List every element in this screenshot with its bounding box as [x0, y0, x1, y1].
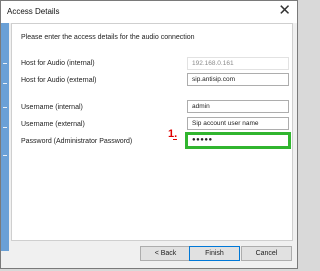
host-external-input[interactable]: sip.antisip.com — [187, 73, 289, 86]
username-internal-input[interactable]: admin — [187, 100, 289, 113]
host-internal-label: Host for Audio (internal) — [21, 60, 95, 67]
back-button[interactable]: < Back — [140, 246, 191, 261]
password-input[interactable]: ●●●●● — [185, 132, 291, 149]
username-external-input[interactable]: Sip account user name — [187, 117, 289, 130]
intro-text: Please enter the access details for the … — [21, 34, 195, 41]
close-icon[interactable]: ✕ — [278, 3, 291, 19]
host-internal-input[interactable]: 192.168.0.161 — [187, 57, 289, 70]
title-bar: Access Details ✕ — [1, 1, 297, 23]
username-internal-label: Username (internal) — [21, 104, 83, 111]
access-details-dialog: Access Details ✕ Please enter the access… — [0, 0, 298, 269]
background-window-edge — [1, 23, 9, 251]
step-pointer — [173, 139, 177, 140]
username-external-label: Username (external) — [21, 121, 85, 128]
finish-button[interactable]: Finish — [189, 246, 240, 261]
cancel-button[interactable]: Cancel — [241, 246, 292, 261]
host-external-label: Host for Audio (external) — [21, 77, 97, 84]
dialog-title: Access Details — [7, 7, 60, 16]
password-label: Password (Administrator Password) — [21, 138, 133, 145]
form-panel: Please enter the access details for the … — [11, 23, 293, 241]
